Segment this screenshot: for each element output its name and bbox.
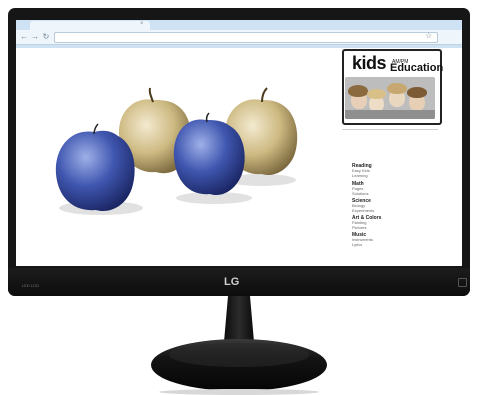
logo-kids-text: kids <box>352 53 387 73</box>
menu-subitem[interactable]: Pictures <box>352 225 366 231</box>
sidebar-separator <box>342 129 438 130</box>
stand-base-highlight <box>169 343 309 367</box>
stand-neck <box>224 296 254 342</box>
children-photo <box>345 77 435 119</box>
menu-subitem[interactable]: Experiments <box>352 208 374 214</box>
menu-subitem[interactable]: Solutions <box>352 191 368 197</box>
menu-subitem[interactable]: Lyrics <box>352 242 362 248</box>
menu-subitem[interactable]: Learning <box>352 173 368 179</box>
stand-base-shadow <box>159 389 319 395</box>
logo-education-text: Education <box>390 62 444 74</box>
